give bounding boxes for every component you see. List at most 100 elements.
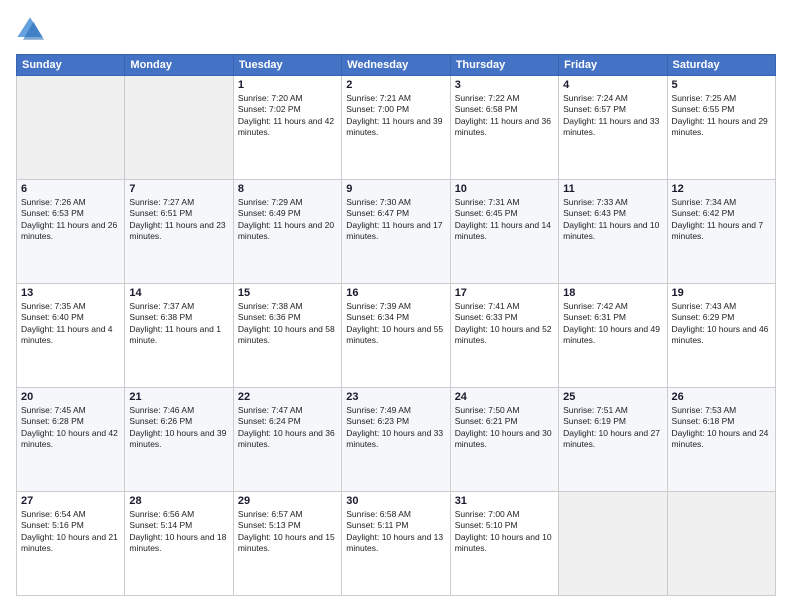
calendar-cell: 18 Sunrise: 7:42 AMSunset: 6:31 PMDayligh… [559, 284, 667, 388]
day-info: Sunrise: 7:24 AMSunset: 6:57 PMDaylight:… [563, 93, 662, 139]
day-info: Sunrise: 7:30 AMSunset: 6:47 PMDaylight:… [346, 197, 445, 243]
day-info: Sunrise: 7:49 AMSunset: 6:23 PMDaylight:… [346, 405, 445, 451]
calendar-cell: 26 Sunrise: 7:53 AMSunset: 6:18 PMDayligh… [667, 388, 775, 492]
day-info: Sunrise: 6:58 AMSunset: 5:11 PMDaylight:… [346, 509, 445, 555]
calendar-cell: 19Sunrise: 7:43 AMSunset: 6:29 PMDayligh… [667, 284, 775, 388]
day-info: Sunrise: 6:54 AMSunset: 5:16 PMDaylight:… [21, 509, 120, 555]
day-number: 3 [455, 79, 554, 91]
calendar-cell: 23 Sunrise: 7:49 AMSunset: 6:23 PMDayligh… [342, 388, 450, 492]
day-info: Sunrise: 7:50 AMSunset: 6:21 PMDaylight:… [455, 405, 554, 451]
day-number: 26 [672, 391, 771, 403]
calendar-cell: 14 Sunrise: 7:37 AMSunset: 6:38 PMDayligh… [125, 284, 233, 388]
calendar-header-monday: Monday [125, 55, 233, 76]
calendar-cell: 30 Sunrise: 6:58 AMSunset: 5:11 PMDayligh… [342, 492, 450, 596]
calendar-body: 1 Sunrise: 7:20 AMSunset: 7:02 PMDaylight… [17, 76, 776, 596]
day-number: 31 [455, 495, 554, 507]
day-number: 20 [21, 391, 120, 403]
day-info: Sunrise: 7:31 AMSunset: 6:45 PMDaylight:… [455, 197, 554, 243]
calendar-cell: 7 Sunrise: 7:27 AMSunset: 6:51 PMDaylight… [125, 180, 233, 284]
calendar-header-sunday: Sunday [17, 55, 125, 76]
calendar-cell: 5 Sunrise: 7:25 AMSunset: 6:55 PMDaylight… [667, 76, 775, 180]
day-number: 16 [346, 287, 445, 299]
calendar-cell: 29Sunrise: 6:57 AMSunset: 5:13 PMDayligh… [233, 492, 341, 596]
day-info: Sunrise: 7:35 AMSunset: 6:40 PMDaylight:… [21, 301, 120, 347]
day-info: Sunrise: 7:29 AMSunset: 6:49 PMDaylight:… [238, 197, 337, 243]
calendar-cell: 31Sunrise: 7:00 AMSunset: 5:10 PMDayligh… [450, 492, 558, 596]
day-number: 29 [238, 495, 337, 507]
calendar-header-friday: Friday [559, 55, 667, 76]
calendar-cell: 21 Sunrise: 7:46 AMSunset: 6:26 PMDayligh… [125, 388, 233, 492]
day-info: Sunrise: 7:34 AMSunset: 6:42 PMDaylight:… [672, 197, 771, 243]
day-info: Sunrise: 7:45 AMSunset: 6:28 PMDaylight:… [21, 405, 120, 451]
calendar-week-5: 27 Sunrise: 6:54 AMSunset: 5:16 PMDayligh… [17, 492, 776, 596]
calendar-cell: 3 Sunrise: 7:22 AMSunset: 6:58 PMDaylight… [450, 76, 558, 180]
day-number: 11 [563, 183, 662, 195]
day-number: 21 [129, 391, 228, 403]
day-number: 22 [238, 391, 337, 403]
day-info: Sunrise: 7:22 AMSunset: 6:58 PMDaylight:… [455, 93, 554, 139]
day-info: Sunrise: 7:33 AMSunset: 6:43 PMDaylight:… [563, 197, 662, 243]
calendar-cell: 16 Sunrise: 7:39 AMSunset: 6:34 PMDayligh… [342, 284, 450, 388]
calendar-cell [125, 76, 233, 180]
day-number: 1 [238, 79, 337, 91]
day-info: Sunrise: 7:43 AMSunset: 6:29 PMDaylight:… [672, 301, 771, 347]
calendar-cell: 28 Sunrise: 6:56 AMSunset: 5:14 PMDayligh… [125, 492, 233, 596]
day-number: 7 [129, 183, 228, 195]
day-number: 12 [672, 183, 771, 195]
day-number: 8 [238, 183, 337, 195]
calendar-table: SundayMondayTuesdayWednesdayThursdayFrid… [16, 54, 776, 596]
day-info: Sunrise: 7:39 AMSunset: 6:34 PMDaylight:… [346, 301, 445, 347]
day-info: Sunrise: 7:37 AMSunset: 6:38 PMDaylight:… [129, 301, 228, 347]
day-info: Sunrise: 7:27 AMSunset: 6:51 PMDaylight:… [129, 197, 228, 243]
day-info: Sunrise: 7:42 AMSunset: 6:31 PMDaylight:… [563, 301, 662, 347]
logo [16, 16, 48, 44]
calendar-cell: 24 Sunrise: 7:50 AMSunset: 6:21 PMDayligh… [450, 388, 558, 492]
calendar-cell: 4 Sunrise: 7:24 AMSunset: 6:57 PMDaylight… [559, 76, 667, 180]
calendar-cell: 1 Sunrise: 7:20 AMSunset: 7:02 PMDaylight… [233, 76, 341, 180]
day-number: 17 [455, 287, 554, 299]
calendar-cell: 6 Sunrise: 7:26 AMSunset: 6:53 PMDaylight… [17, 180, 125, 284]
day-number: 13 [21, 287, 120, 299]
calendar-cell: 2Sunrise: 7:21 AMSunset: 7:00 PMDaylight… [342, 76, 450, 180]
day-number: 9 [346, 183, 445, 195]
day-number: 4 [563, 79, 662, 91]
calendar-week-3: 13 Sunrise: 7:35 AMSunset: 6:40 PMDayligh… [17, 284, 776, 388]
header [16, 16, 776, 44]
calendar-cell: 20 Sunrise: 7:45 AMSunset: 6:28 PMDayligh… [17, 388, 125, 492]
calendar-cell: 13 Sunrise: 7:35 AMSunset: 6:40 PMDayligh… [17, 284, 125, 388]
calendar-week-2: 6 Sunrise: 7:26 AMSunset: 6:53 PMDaylight… [17, 180, 776, 284]
calendar-week-1: 1 Sunrise: 7:20 AMSunset: 7:02 PMDaylight… [17, 76, 776, 180]
day-info: Sunrise: 6:56 AMSunset: 5:14 PMDaylight:… [129, 509, 228, 555]
logo-icon [16, 16, 44, 44]
calendar-cell: 22 Sunrise: 7:47 AMSunset: 6:24 PMDayligh… [233, 388, 341, 492]
calendar-cell: 8 Sunrise: 7:29 AMSunset: 6:49 PMDaylight… [233, 180, 341, 284]
calendar-header-row: SundayMondayTuesdayWednesdayThursdayFrid… [17, 55, 776, 76]
day-info: Sunrise: 7:53 AMSunset: 6:18 PMDaylight:… [672, 405, 771, 451]
calendar-cell: 15Sunrise: 7:38 AMSunset: 6:36 PMDayligh… [233, 284, 341, 388]
calendar-header-saturday: Saturday [667, 55, 775, 76]
calendar-header-tuesday: Tuesday [233, 55, 341, 76]
calendar-header-wednesday: Wednesday [342, 55, 450, 76]
day-info: Sunrise: 7:26 AMSunset: 6:53 PMDaylight:… [21, 197, 120, 243]
calendar-cell: 27 Sunrise: 6:54 AMSunset: 5:16 PMDayligh… [17, 492, 125, 596]
day-info: Sunrise: 7:20 AMSunset: 7:02 PMDaylight:… [238, 93, 337, 139]
day-number: 27 [21, 495, 120, 507]
calendar-cell: 12 Sunrise: 7:34 AMSunset: 6:42 PMDayligh… [667, 180, 775, 284]
day-info: Sunrise: 7:47 AMSunset: 6:24 PMDaylight:… [238, 405, 337, 451]
day-number: 15 [238, 287, 337, 299]
day-info: Sunrise: 7:41 AMSunset: 6:33 PMDaylight:… [455, 301, 554, 347]
day-number: 30 [346, 495, 445, 507]
day-number: 2 [346, 79, 445, 91]
calendar-cell [17, 76, 125, 180]
day-info: Sunrise: 7:46 AMSunset: 6:26 PMDaylight:… [129, 405, 228, 451]
day-number: 24 [455, 391, 554, 403]
day-number: 18 [563, 287, 662, 299]
day-info: Sunrise: 7:25 AMSunset: 6:55 PMDaylight:… [672, 93, 771, 139]
day-number: 23 [346, 391, 445, 403]
day-number: 14 [129, 287, 228, 299]
day-number: 28 [129, 495, 228, 507]
calendar-cell: 25Sunrise: 7:51 AMSunset: 6:19 PMDayligh… [559, 388, 667, 492]
day-number: 5 [672, 79, 771, 91]
calendar-cell: 17 Sunrise: 7:41 AMSunset: 6:33 PMDayligh… [450, 284, 558, 388]
day-number: 6 [21, 183, 120, 195]
